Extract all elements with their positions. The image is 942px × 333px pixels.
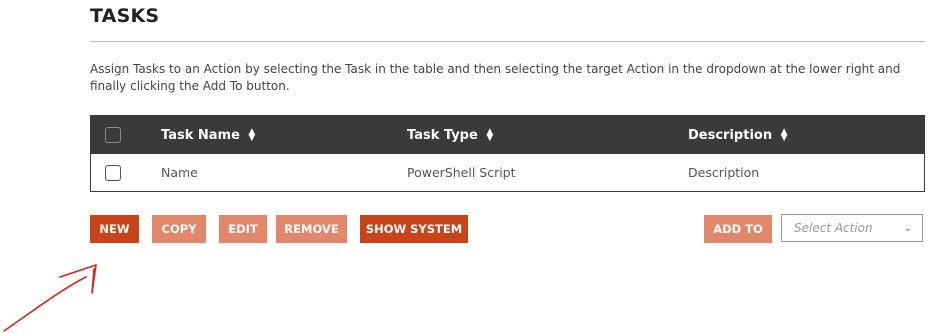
chevron-down-icon: ⌄ — [903, 222, 912, 234]
new-button[interactable]: NEW — [90, 215, 139, 243]
sort-icon[interactable]: ▲ ▼ — [779, 128, 789, 143]
annotation-arrow-icon — [3, 264, 97, 332]
cell-task-name: Name — [161, 165, 198, 180]
sort-icon[interactable]: ▲ ▼ — [485, 128, 495, 143]
cell-task-type: PowerShell Script — [407, 165, 516, 180]
edit-button[interactable]: EDIT — [219, 215, 267, 243]
select-all-cell — [105, 116, 121, 154]
row-select-cell — [105, 154, 121, 191]
sort-icon[interactable]: ▲ ▼ — [247, 128, 257, 143]
select-all-checkbox[interactable] — [105, 127, 121, 143]
column-header-description[interactable]: Description ▲ ▼ — [688, 116, 789, 154]
table-row[interactable]: Name PowerShell Script Description — [91, 154, 924, 191]
instructions-text: Assign Tasks to an Action by selecting t… — [90, 62, 901, 93]
tasks-table: Task Name ▲ ▼ Task Type ▲ ▼ Description ▲ ▼… — [90, 115, 925, 192]
cell-description: Description — [688, 165, 760, 180]
select-action-dropdown[interactable]: Select Action ⌄ — [781, 214, 923, 242]
column-header-label: Task Type — [407, 127, 478, 143]
column-header-label: Task Name — [161, 127, 240, 143]
title-divider — [90, 41, 925, 42]
select-action-placeholder: Select Action — [794, 221, 873, 235]
show-system-button[interactable]: SHOW SYSTEM — [360, 215, 468, 243]
column-header-label: Description — [688, 127, 773, 143]
table-header-row: Task Name ▲ ▼ Task Type ▲ ▼ Description ▲ ▼ — [91, 116, 924, 154]
page-title: TASKS — [90, 5, 160, 27]
remove-button[interactable]: REMOVE — [276, 215, 347, 243]
row-checkbox[interactable] — [105, 164, 121, 181]
column-header-task-name[interactable]: Task Name ▲ ▼ — [161, 116, 257, 154]
add-to-button[interactable]: ADD TO — [704, 215, 772, 243]
copy-button[interactable]: COPY — [152, 215, 206, 243]
column-header-task-type[interactable]: Task Type ▲ ▼ — [407, 116, 495, 154]
